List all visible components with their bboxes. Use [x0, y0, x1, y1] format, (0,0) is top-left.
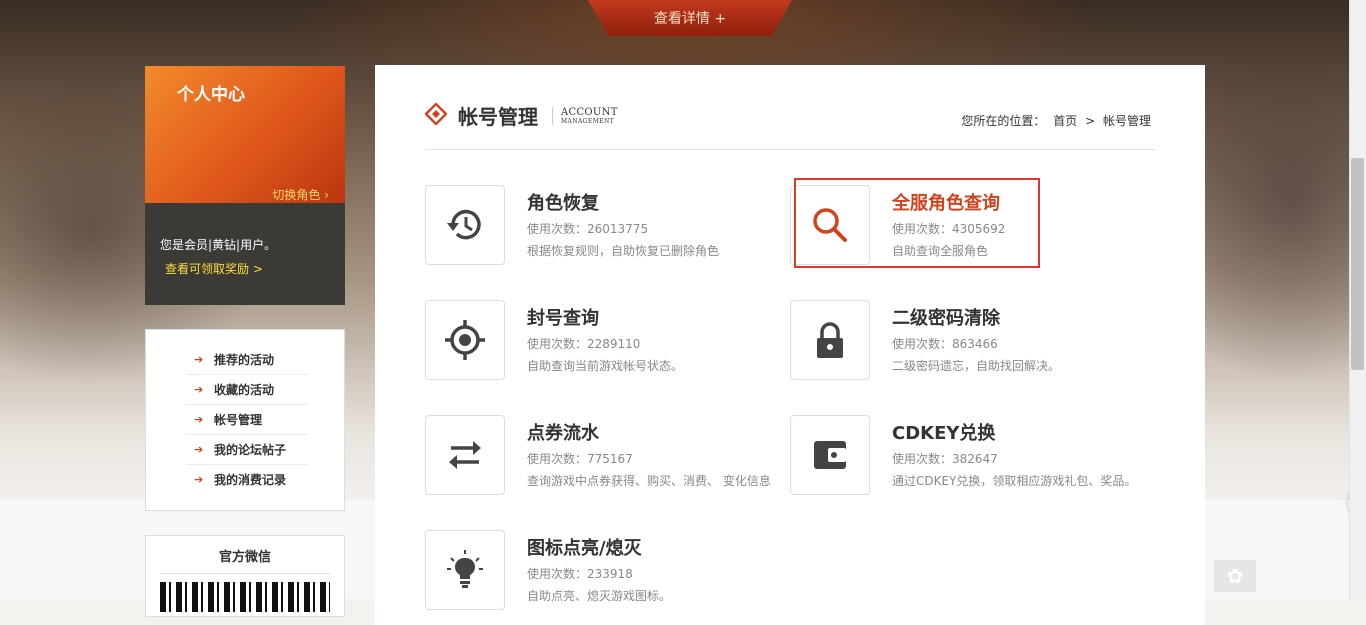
member-status-text: 您是会员|黄钻|用户。	[160, 238, 277, 252]
breadcrumb: 您所在的位置： 首页 > 帐号管理	[961, 112, 1155, 129]
switch-role-link[interactable]: 切换角色 ›	[272, 186, 329, 203]
sidebar-item-label: 我的论坛帖子	[214, 443, 287, 457]
page-title: 帐号管理	[458, 105, 538, 129]
account-management-panel: 帐号管理 ACCOUNT MANAGEMENT 您所在的位置： 首页 > 帐号管…	[375, 65, 1205, 625]
corner-logo-icon: ✿	[1214, 560, 1256, 592]
user-banner: 个人中心 切换角色 ›	[145, 66, 345, 203]
wechat-qr-code	[160, 582, 330, 612]
breadcrumb-separator: >	[1085, 114, 1096, 128]
sidebar-item-label: 收藏的活动	[214, 383, 275, 397]
page-title-en: ACCOUNT	[561, 107, 618, 118]
diamond-logo-icon	[425, 103, 447, 125]
lightbulb-icon[interactable]	[425, 530, 505, 610]
tool-description: 通过CDKEY兑换，领取相应游戏礼包、奖品。	[892, 474, 1137, 488]
arrow-right-icon: ➔	[194, 413, 204, 426]
tool-name[interactable]: 点券流水	[527, 419, 599, 445]
tool-ban-query[interactable]: 封号查询 使用次数：2289110 自助查询当前游戏帐号状态。	[425, 300, 765, 382]
sidebar-item-label: 推荐的活动	[214, 353, 275, 367]
user-center-title: 个人中心	[177, 85, 245, 105]
target-icon[interactable]	[425, 300, 505, 380]
arrow-right-icon: ➔	[194, 443, 204, 456]
tool-description: 查询游戏中点券获得、购买、消费、 变化信息	[527, 474, 771, 488]
divider	[160, 573, 330, 574]
tool-usage-count: 使用次数：2289110	[527, 337, 641, 351]
sidebar-item-label: 我的消费记录	[214, 473, 287, 487]
tool-usage-count: 使用次数：775167	[527, 452, 633, 466]
tool-usage-count: 使用次数：233918	[527, 567, 633, 581]
sidebar-item-label: 帐号管理	[214, 413, 263, 427]
tool-usage-count: 使用次数：26013775	[527, 222, 649, 236]
tool-description: 二级密码遗忘，自助找回解决。	[892, 359, 1061, 373]
divider	[552, 107, 553, 125]
arrow-right-icon: ➔	[194, 473, 204, 486]
wechat-title: 官方微信	[218, 550, 271, 565]
breadcrumb-current: 帐号管理	[1102, 114, 1151, 128]
view-rewards-link[interactable]: 查看可领取奖励 >	[165, 260, 263, 277]
sidebar-item-purchase-records[interactable]: ➔ 我的消费记录	[186, 465, 308, 494]
arrow-right-icon: ➔	[194, 353, 204, 366]
tool-usage-count: 使用次数：382647	[892, 452, 998, 466]
divider	[425, 149, 1155, 150]
view-details-button[interactable]: 查看详情 +	[588, 0, 792, 36]
sidebar-item-account-management[interactable]: ➔ 帐号管理	[186, 405, 308, 435]
tool-name[interactable]: 角色恢复	[527, 189, 599, 215]
tool-cdkey-redeem[interactable]: CDKEY兑换 使用次数：382647 通过CDKEY兑换，领取相应游戏礼包、奖…	[790, 415, 1136, 497]
history-icon[interactable]	[425, 185, 505, 265]
tool-name[interactable]: 二级密码清除	[892, 304, 1000, 330]
tool-icon-light-toggle[interactable]: 图标点亮/熄灭 使用次数：233918 自助点亮、熄灭游戏图标。	[425, 530, 765, 612]
selection-highlight	[794, 178, 1040, 268]
sidebar-menu: ➔ 推荐的活动 ➔ 收藏的活动 ➔ 帐号管理 ➔ 我的论坛帖子 ➔ 我的消费记录	[145, 329, 345, 511]
user-center-card: 个人中心 切换角色 › 您是会员|黄钻|用户。 查看可领取奖励 >	[145, 66, 345, 305]
wallet-icon[interactable]	[790, 415, 870, 495]
tool-description: 根据恢复规则，自助恢复已删除角色	[527, 244, 720, 258]
tool-name[interactable]: 图标点亮/熄灭	[527, 534, 642, 560]
tool-role-recovery[interactable]: 角色恢复 使用次数：26013775 根据恢复规则，自助恢复已删除角色	[425, 185, 765, 267]
arrow-right-icon: ➔	[194, 383, 204, 396]
page-title-en-sub: MANAGEMENT	[561, 118, 615, 125]
scrollbar-thumb[interactable]	[1351, 158, 1364, 370]
tool-usage-count: 使用次数：863466	[892, 337, 998, 351]
sidebar-item-forum-posts[interactable]: ➔ 我的论坛帖子	[186, 435, 308, 465]
tool-description: 自助点亮、熄灭游戏图标。	[527, 589, 672, 603]
sidebar-item-favorite-activities[interactable]: ➔ 收藏的活动	[186, 375, 308, 405]
wechat-panel: 官方微信	[145, 535, 345, 617]
tool-secondary-password-clear[interactable]: 二级密码清除 使用次数：863466 二级密码遗忘，自助找回解决。	[790, 300, 1130, 382]
lock-icon[interactable]	[790, 300, 870, 380]
breadcrumb-home-link[interactable]: 首页	[1053, 114, 1077, 128]
tool-name[interactable]: CDKEY兑换	[892, 419, 995, 445]
breadcrumb-prefix: 您所在的位置：	[961, 114, 1046, 128]
tool-points-transactions[interactable]: 点券流水 使用次数：775167 查询游戏中点券获得、购买、消费、 变化信息	[425, 415, 771, 497]
tool-description: 自助查询当前游戏帐号状态。	[527, 359, 684, 373]
sidebar-item-recommended-activities[interactable]: ➔ 推荐的活动	[186, 345, 308, 375]
swap-icon[interactable]	[425, 415, 505, 495]
tool-name[interactable]: 封号查询	[527, 304, 599, 330]
